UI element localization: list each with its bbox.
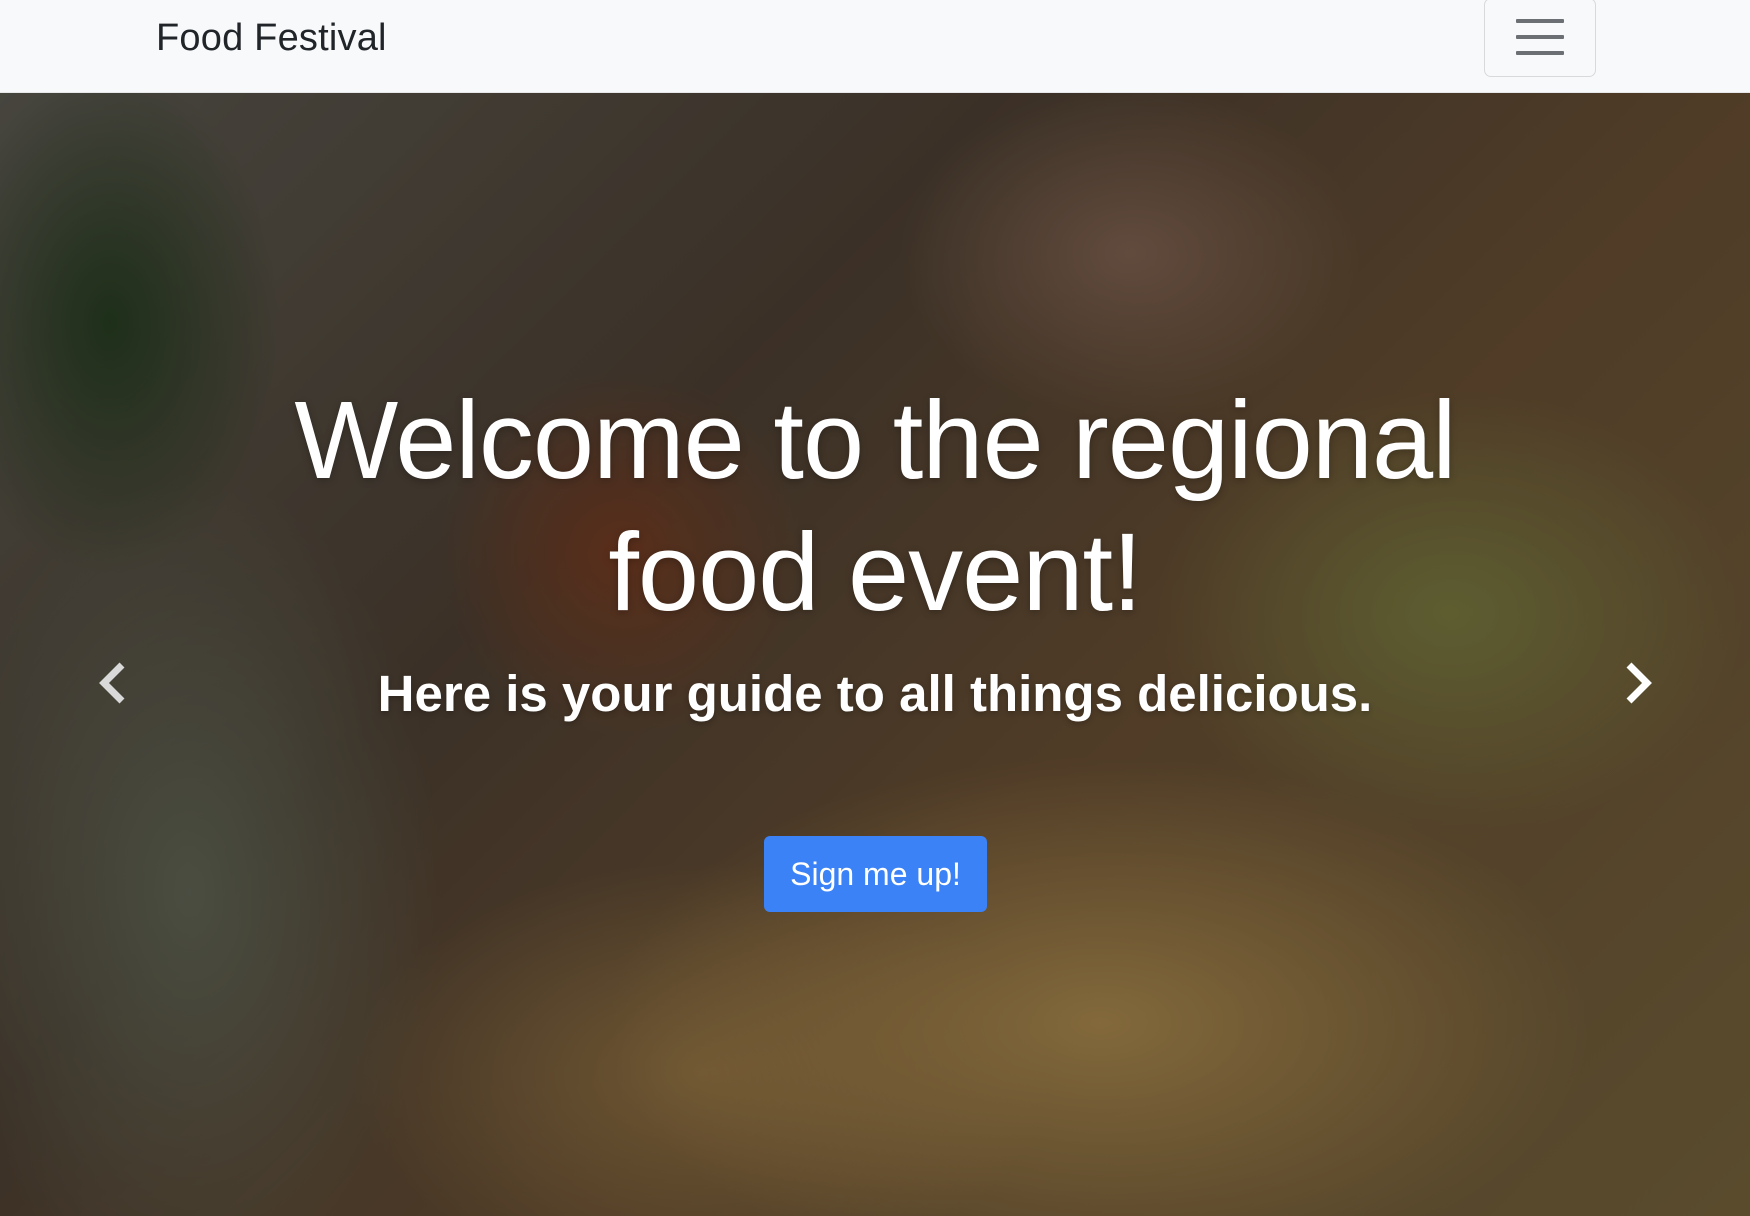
chevron-left-icon <box>94 661 134 710</box>
chevron-right-icon <box>1617 661 1657 710</box>
navbar-toggler-button[interactable] <box>1484 0 1596 77</box>
brand-logo-link[interactable]: Food Festival <box>156 16 387 60</box>
hero-carousel: Welcome to the regional food event! Here… <box>0 93 1750 1216</box>
hero-background-image <box>0 93 1750 1216</box>
navbar: Food Festival <box>0 0 1750 93</box>
hero-subheadline: Here is your guide to all things delicio… <box>377 665 1373 722</box>
hero-headline: Welcome to the regional food event! <box>0 375 1750 639</box>
hero-headline-line1: Welcome to the regional <box>294 379 1456 502</box>
carousel-next-control[interactable] <box>1607 655 1667 715</box>
carousel-prev-control[interactable] <box>84 655 144 715</box>
sign-up-button[interactable]: Sign me up! <box>764 836 987 912</box>
hero-headline-line2: food event! <box>608 511 1142 634</box>
